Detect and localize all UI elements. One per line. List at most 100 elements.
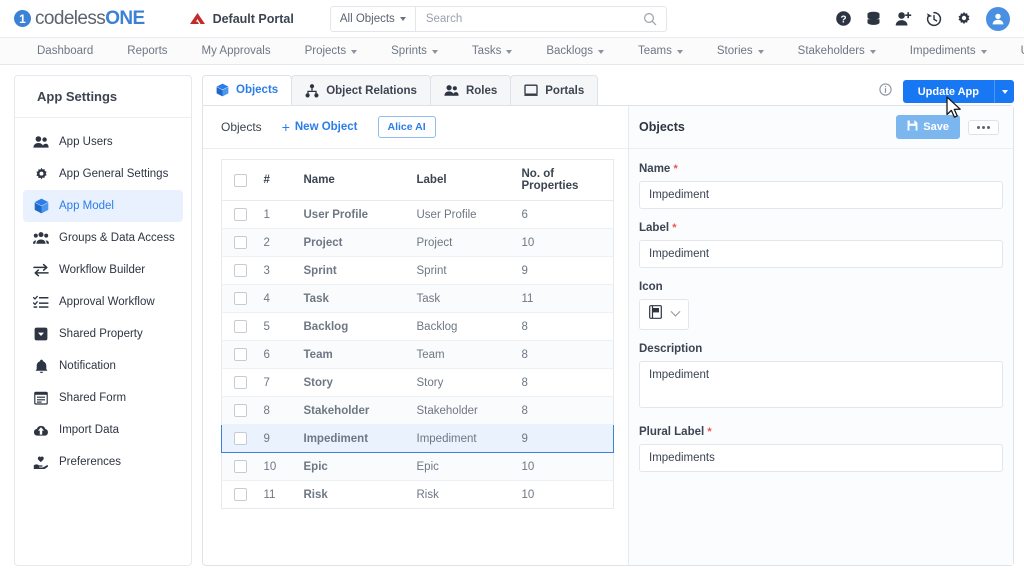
search-icon[interactable] [643, 12, 666, 26]
alice-ai-button[interactable]: Alice AI [377, 116, 436, 138]
nav-item-tasks[interactable]: Tasks [455, 38, 529, 64]
table-row[interactable]: 7 Story Story 8 [221, 368, 614, 397]
row-checkbox[interactable] [234, 264, 247, 277]
plural-label-input[interactable] [639, 444, 1003, 472]
nav-item-sprints[interactable]: Sprints [374, 38, 455, 64]
tab-roles[interactable]: Roles [429, 75, 512, 105]
app-logo[interactable]: 1 codelessONE [14, 8, 145, 30]
table-row[interactable]: 5 Backlog Backlog 8 [221, 312, 614, 341]
hand-heart-icon [33, 454, 49, 470]
nav-item-backlogs[interactable]: Backlogs [529, 38, 621, 64]
row-name-link[interactable]: User Profile [297, 200, 411, 229]
database-icon[interactable] [866, 11, 881, 27]
row-checkbox[interactable] [234, 292, 247, 305]
new-object-button[interactable]: + New Object [282, 120, 358, 134]
chevron-down-icon [757, 49, 764, 54]
nav-item-reports[interactable]: Reports [110, 38, 184, 64]
row-checkbox[interactable] [234, 460, 247, 473]
select-all-checkbox[interactable] [234, 173, 247, 187]
more-dots-icon[interactable] [968, 119, 999, 135]
row-checkbox[interactable] [234, 320, 247, 333]
row-number: 11 [263, 488, 276, 501]
row-name-link[interactable]: Risk [298, 481, 411, 509]
info-icon[interactable] [879, 82, 892, 101]
nav-item-projects[interactable]: Projects [288, 38, 375, 64]
row-checkbox[interactable] [234, 404, 247, 417]
detail-form: Name * Label * Icon [629, 149, 1013, 495]
portal-selector[interactable]: Default Portal [189, 12, 294, 26]
app-window: 1 codelessONE Default Portal All Objects… [0, 0, 1024, 576]
row-name-link[interactable]: Sprint [297, 256, 411, 285]
tab-actions: Update App [879, 80, 1014, 105]
gear-icon[interactable] [956, 11, 972, 27]
table-row[interactable]: 4 Task Task 11 [221, 284, 614, 313]
tab-label: Objects [236, 84, 279, 96]
add-user-icon[interactable] [895, 11, 912, 27]
nav-item-teams[interactable]: Teams [621, 38, 700, 64]
table-row[interactable]: 1 User Profile User Profile 6 [221, 200, 614, 229]
label-input[interactable] [639, 240, 1003, 268]
row-name-link[interactable]: Epic [297, 452, 411, 481]
sidebar-item-import-data[interactable]: Import Data [23, 414, 183, 446]
main-navigation: Dashboard Reports My Approvals Projects … [0, 38, 1024, 65]
description-textarea[interactable] [639, 361, 1003, 408]
row-name-link[interactable]: Stakeholder [297, 396, 411, 425]
sidebar-item-workflow-builder[interactable]: Workflow Builder [23, 254, 183, 286]
row-label: Team [410, 340, 516, 369]
row-checkbox[interactable] [234, 432, 247, 445]
search-scope-dropdown[interactable]: All Objects [331, 6, 416, 31]
nav-item-my-approvals[interactable]: My Approvals [185, 38, 288, 64]
row-checkbox[interactable] [234, 348, 247, 361]
avatar[interactable] [986, 6, 1010, 31]
tab-object-relations[interactable]: Object Relations [291, 75, 431, 105]
nav-item-stories[interactable]: Stories [700, 38, 781, 64]
name-input[interactable] [639, 181, 1003, 209]
row-name-link[interactable]: Team [297, 340, 411, 369]
table-row[interactable]: 3 Sprint Sprint 9 [221, 256, 614, 285]
row-checkbox[interactable] [234, 376, 247, 389]
sidebar-item-shared-form[interactable]: Shared Form [23, 382, 183, 414]
nav-item-impediments[interactable]: Impediments [893, 38, 1004, 64]
row-name-link[interactable]: Impediment [297, 424, 411, 453]
row-properties: 8 [515, 368, 614, 397]
table-row[interactable]: 6 Team Team 8 [221, 340, 614, 369]
portal-label: Default Portal [212, 11, 294, 26]
row-checkbox[interactable] [234, 488, 247, 501]
table-row-selected[interactable]: 9 Impediment Impediment 9 [221, 424, 614, 453]
table-row[interactable]: 2 Project Project 10 [221, 228, 614, 257]
nav-item-user-profiles[interactable]: User Profiles [1004, 38, 1024, 64]
table-row[interactable]: 8 Stakeholder Stakeholder 8 [221, 396, 614, 425]
sidebar-item-app-users[interactable]: App Users [23, 126, 183, 158]
field-name-label: Name * [639, 163, 1003, 175]
field-label: Label * [639, 222, 1003, 268]
field-label-label: Label * [639, 222, 1003, 234]
row-name-link[interactable]: Project [297, 228, 411, 257]
icon-select[interactable] [639, 299, 689, 330]
help-icon[interactable]: ? [835, 10, 852, 27]
sidebar-item-approval-workflow[interactable]: Approval Workflow [23, 286, 183, 318]
sidebar-item-shared-property[interactable]: Shared Property [23, 318, 183, 350]
tab-objects[interactable]: Objects [202, 75, 293, 105]
table-row[interactable]: 10 Epic Epic 10 [221, 452, 614, 481]
row-checkbox[interactable] [234, 208, 247, 221]
update-app-button[interactable]: Update App [902, 80, 1014, 103]
save-button[interactable]: Save [896, 115, 960, 139]
sidebar-item-app-model[interactable]: App Model [23, 190, 183, 222]
tab-portals[interactable]: Portals [510, 75, 599, 105]
row-name-link[interactable]: Task [297, 284, 411, 313]
row-name-link[interactable]: Backlog [297, 312, 411, 341]
table-row[interactable]: 11 Risk Risk 10 [222, 481, 614, 509]
row-checkbox[interactable] [234, 236, 247, 249]
history-icon[interactable] [926, 11, 942, 27]
sidebar-item-app-general-settings[interactable]: App General Settings [23, 158, 183, 190]
row-name-link[interactable]: Story [297, 368, 411, 397]
sidebar-item-groups-data-access[interactable]: Groups & Data Access [23, 222, 183, 254]
sidebar-item-notification[interactable]: Notification [23, 350, 183, 382]
objects-list-pane: Objects + New Object Alice AI # Name Lab… [203, 106, 629, 565]
nav-item-dashboard[interactable]: Dashboard [20, 38, 110, 64]
search-input[interactable] [415, 6, 643, 31]
sidebar-item-preferences[interactable]: Preferences [23, 446, 183, 478]
nav-label: My Approvals [201, 45, 271, 57]
nav-item-stakeholders[interactable]: Stakeholders [781, 38, 893, 64]
update-app-dropdown[interactable] [994, 80, 1014, 103]
